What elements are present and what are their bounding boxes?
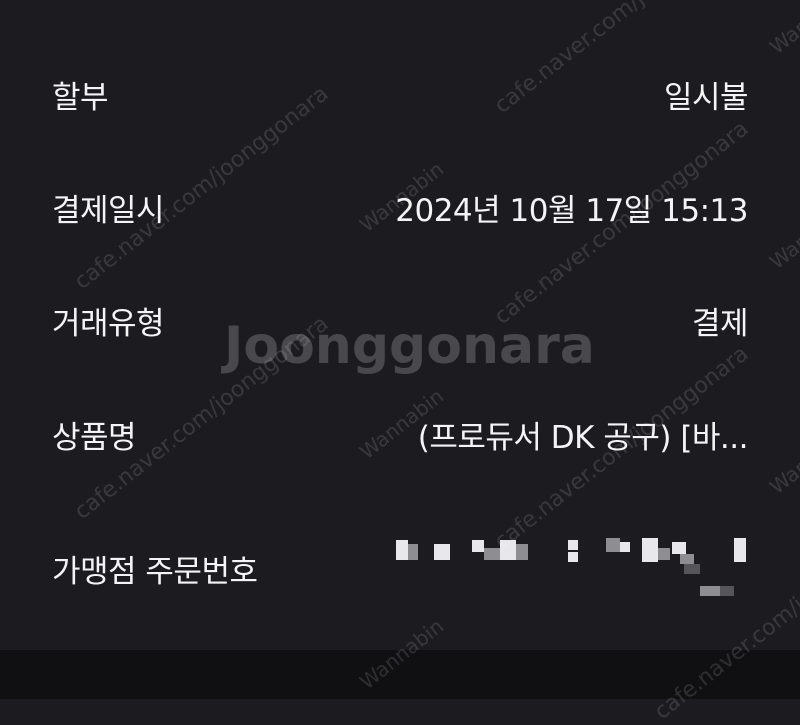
merchant-order-number-label: 가맹점 주문번호	[52, 553, 258, 590]
pixelated-order-number	[388, 530, 758, 610]
transaction-type-row: 거래유형 결제	[0, 290, 800, 350]
payment-datetime-row: 결제일시 2024년 10월 17일 15:13	[0, 177, 800, 237]
product-name-row: 상품명 (프로듀서 DK 공구) [바...	[0, 404, 800, 464]
watermark-user: Wannabin	[765, 0, 800, 59]
payment-datetime-label: 결제일시	[52, 192, 165, 229]
product-name-value: (프로듀서 DK 공구) [바...	[417, 419, 749, 456]
installment-label: 할부	[52, 79, 109, 116]
installment-value: 일시불	[663, 79, 749, 116]
product-name-label: 상품명	[52, 419, 137, 456]
bottom-divider-bar	[0, 650, 800, 699]
payment-datetime-value: 2024년 10월 17일 15:13	[395, 192, 748, 229]
installment-row: 할부 일시불	[0, 64, 800, 124]
transaction-type-label: 거래유형	[52, 305, 165, 342]
transaction-type-value: 결제	[691, 305, 749, 342]
